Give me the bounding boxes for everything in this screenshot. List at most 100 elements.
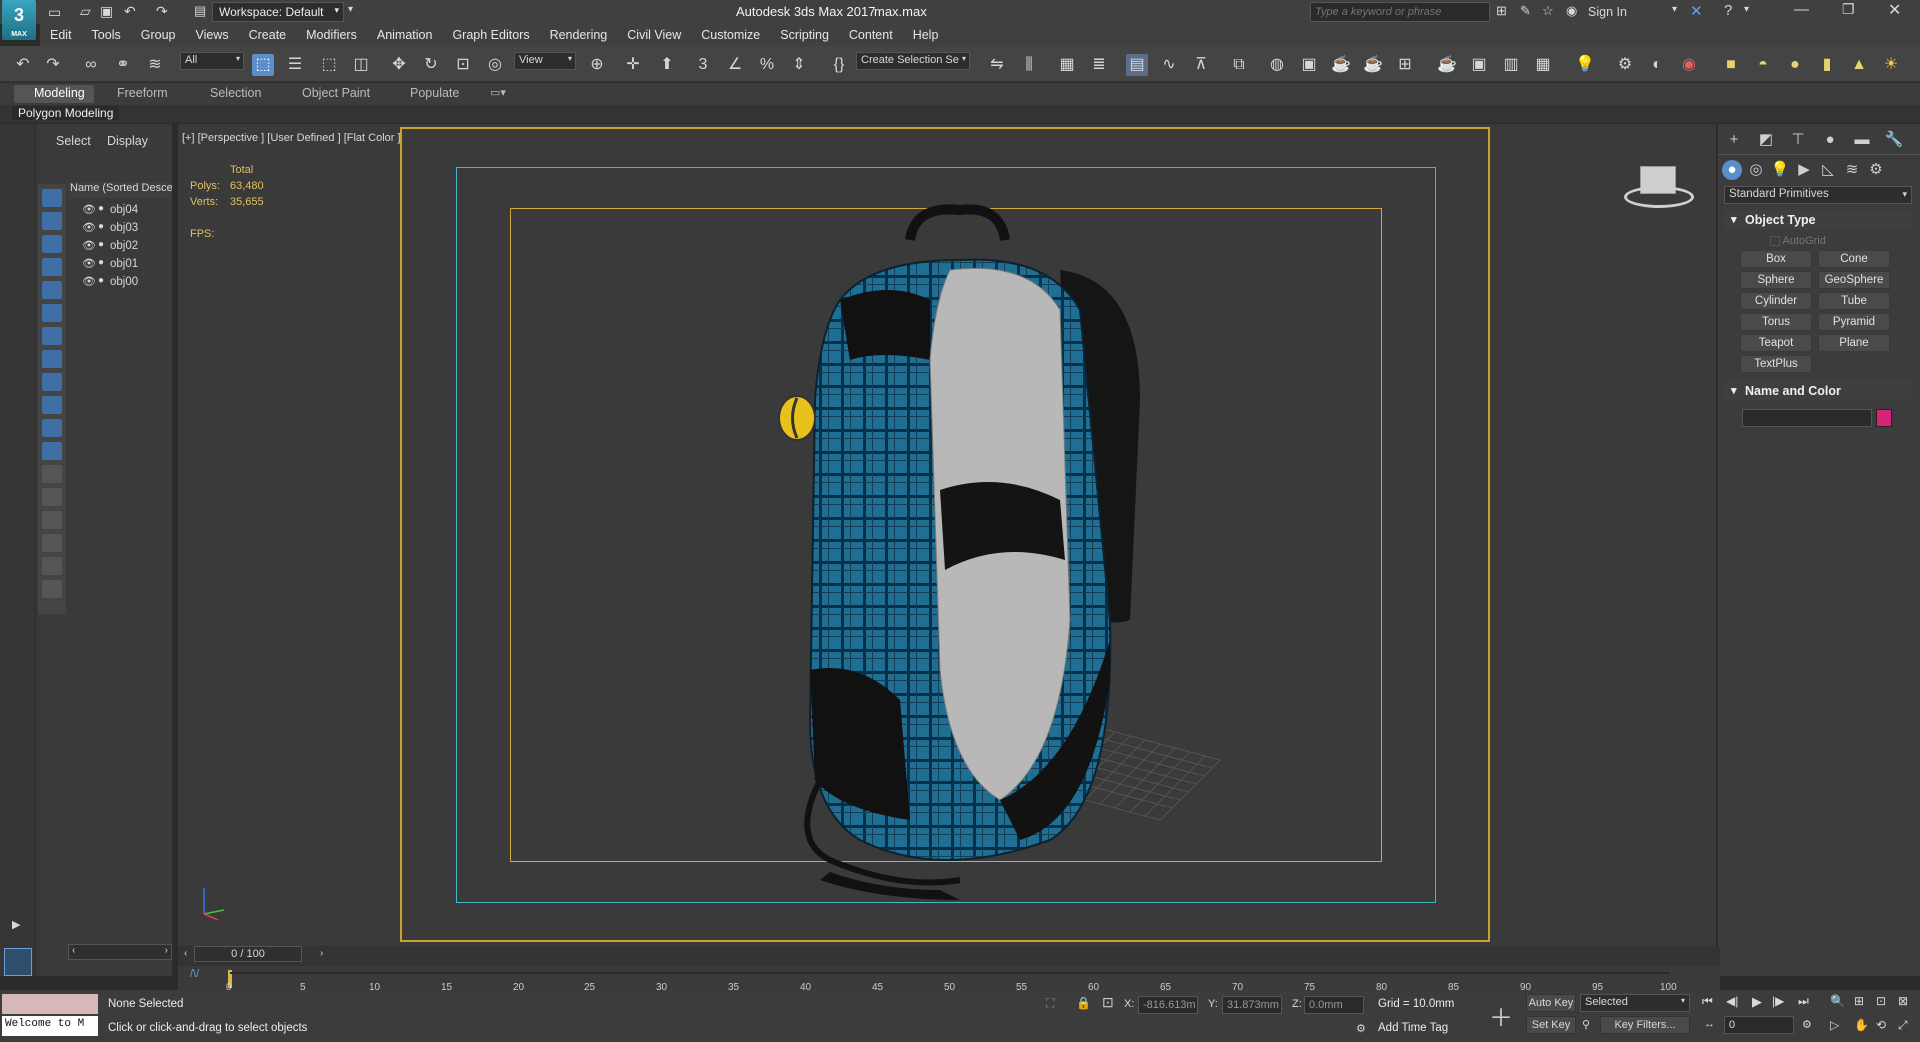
spinner-snap-icon[interactable]: ⇕ <box>788 54 810 76</box>
isolate-selection-icon[interactable]: ⛶ <box>1046 996 1054 1011</box>
scroll-left-icon[interactable]: ‹ <box>72 945 75 956</box>
zoom-extents-icon[interactable]: ⊡ <box>1876 994 1886 1008</box>
open-file-icon[interactable]: ▱ <box>80 3 91 20</box>
auto-key-button[interactable]: Auto Key <box>1526 994 1576 1012</box>
zoom-extents-all-icon[interactable]: ⊠ <box>1898 994 1908 1008</box>
render-toggle-icon[interactable]: ● <box>98 239 104 250</box>
play-icon[interactable]: ▶ <box>1752 994 1762 1010</box>
menu-edit[interactable]: Edit <box>40 24 82 46</box>
sphere-button[interactable]: Sphere <box>1740 271 1812 289</box>
spacewarps-category-icon[interactable]: ≋ <box>1842 160 1862 180</box>
render-iterative-icon[interactable]: ⊞ <box>1394 54 1416 76</box>
x-coordinate-field[interactable]: -816.613m <box>1138 996 1198 1014</box>
list-item[interactable]: 👁 ● obj00 <box>68 274 172 292</box>
shapes-filter-icon[interactable] <box>42 212 62 230</box>
eye-icon[interactable]: 👁 <box>82 239 96 252</box>
render-toggle-icon[interactable]: ● <box>98 275 104 286</box>
object-type-rollout[interactable]: Object Type <box>1725 210 1913 230</box>
render-frame-window-icon[interactable]: ▣ <box>1468 54 1490 76</box>
reference-coordinate-dropdown[interactable]: View ▾ <box>514 52 576 70</box>
add-key-icon[interactable]: ＋ <box>1486 998 1516 1032</box>
absolute-mode-icon[interactable]: ⊡ <box>1102 994 1114 1011</box>
eye-icon[interactable]: 👁 <box>82 203 96 216</box>
groups-filter-icon[interactable] <box>42 327 62 345</box>
viewport-label[interactable]: [+] [Perspective ] [User Defined ] [Flat… <box>182 132 401 144</box>
workspace-menu-icon[interactable]: ▾ <box>348 4 353 15</box>
cone-button[interactable]: Cone <box>1818 250 1890 268</box>
layer-explorer-icon[interactable]: ▦ <box>1056 54 1078 76</box>
systems-category-icon[interactable]: ⚙ <box>1866 160 1886 180</box>
list-item[interactable]: 👁 ● obj02 <box>68 238 172 256</box>
menu-rendering[interactable]: Rendering <box>540 24 618 46</box>
eye-icon[interactable]: 👁 <box>82 275 96 288</box>
eye-icon[interactable]: 👁 <box>82 221 96 234</box>
maxscript-listener-input[interactable]: Welcome to M <box>2 1016 98 1036</box>
render-setup-icon[interactable]: ▣ <box>1298 54 1320 76</box>
panel-icon[interactable]: ▥ <box>1500 54 1522 76</box>
unlink-icon[interactable]: ⚭ <box>112 54 134 76</box>
display-tab-icon[interactable]: ▬ <box>1852 130 1872 150</box>
hidden-filter-icon[interactable] <box>42 442 62 460</box>
key-filter-icon[interactable]: ⚲ <box>1582 1018 1590 1031</box>
viewcube-ring[interactable] <box>1624 186 1694 208</box>
undo-icon[interactable]: ↶ <box>124 3 136 20</box>
geosphere-button[interactable]: GeoSphere <box>1818 271 1890 289</box>
textplus-button[interactable]: TextPlus <box>1740 355 1812 373</box>
utilities-tab-icon[interactable]: 🔧 <box>1884 130 1904 150</box>
object-color-swatch[interactable] <box>1876 409 1892 427</box>
maximize-viewport-icon[interactable]: ⤢ <box>1898 1018 1908 1033</box>
list-item[interactable]: 👁 ● obj03 <box>68 220 172 238</box>
time-slider[interactable]: 0 / 100 <box>194 946 302 962</box>
time-configuration-icon[interactable]: ⚙ <box>1802 1018 1812 1031</box>
new-file-icon[interactable]: ▭ <box>48 4 61 21</box>
menu-animation[interactable]: Animation <box>367 24 443 46</box>
menu-group[interactable]: Group <box>131 24 186 46</box>
expand-arrow-icon[interactable]: ▶ <box>12 918 20 931</box>
subscription-icon[interactable]: ✎ <box>1520 3 1531 19</box>
cylinder-icon[interactable]: ▮ <box>1816 54 1838 76</box>
sign-in-link[interactable]: Sign In <box>1588 5 1627 19</box>
go-to-start-icon[interactable]: ⏮ <box>1702 994 1713 1009</box>
zoom-icon[interactable]: 🔍 <box>1830 994 1845 1008</box>
cylinder-button[interactable]: Cylinder <box>1740 292 1812 310</box>
menu-content[interactable]: Content <box>839 24 903 46</box>
menu-views[interactable]: Views <box>185 24 238 46</box>
field-of-view-icon[interactable]: ▷ <box>1830 1018 1839 1032</box>
menu-create[interactable]: Create <box>239 24 297 46</box>
window-crossing-icon[interactable]: ◫ <box>350 54 372 76</box>
key-filters-button[interactable]: Key Filters... <box>1600 1016 1690 1034</box>
primitive-type-dropdown[interactable]: Standard Primitives ▾ <box>1724 186 1912 204</box>
explorer-tab-select[interactable]: Select <box>56 134 91 148</box>
tab-populate[interactable]: Populate <box>410 86 459 100</box>
schematic-view-icon[interactable]: ⧉ <box>1228 54 1250 76</box>
mirror-icon[interactable]: ⇋ <box>986 54 1008 76</box>
sphere-icon[interactable]: ● <box>1784 54 1806 76</box>
scale-icon[interactable]: ⊡ <box>452 54 474 76</box>
teapot-icon[interactable]: ☕ <box>1436 54 1458 76</box>
selection-lock-icon[interactable]: 🔒 <box>1076 996 1091 1010</box>
placement-icon[interactable]: ◎ <box>484 54 506 76</box>
move-icon[interactable]: ✥ <box>388 54 410 76</box>
grid-panel-icon[interactable]: ▦ <box>1532 54 1554 76</box>
snaps-toggle-icon[interactable]: 3 <box>692 54 714 76</box>
tube-button[interactable]: Tube <box>1818 292 1890 310</box>
explorer-scrollbar[interactable]: ‹ › <box>68 944 172 960</box>
box-primitive-icon[interactable]: ■ <box>1720 54 1742 76</box>
key-mode-dropdown[interactable]: Selected ▾ <box>1580 994 1690 1012</box>
menu-civil-view[interactable]: Civil View <box>617 24 691 46</box>
layer-manager-icon[interactable]: ≣ <box>1088 54 1110 76</box>
save-icon[interactable]: ▣ <box>100 3 113 20</box>
light-lister-icon[interactable]: 💡 <box>1574 54 1596 76</box>
render-production-icon[interactable]: ☕ <box>1362 54 1384 76</box>
render-icon[interactable]: ◉ <box>1678 54 1700 76</box>
align-icon[interactable]: ⫼ <box>1018 54 1040 76</box>
scroll-right-icon[interactable]: › <box>165 945 168 956</box>
zoom-all-icon[interactable]: ⊞ <box>1854 994 1864 1008</box>
render-toggle-icon[interactable]: ● <box>98 203 104 214</box>
undo-icon[interactable]: ↶ <box>12 54 34 76</box>
pyramid-button[interactable]: Pyramid <box>1818 313 1890 331</box>
angle-snap-icon[interactable]: ∠ <box>724 54 746 76</box>
xrefs-filter-icon[interactable] <box>42 350 62 368</box>
eye-icon[interactable]: 👁 <box>82 257 96 270</box>
render-toggle-icon[interactable]: ● <box>98 257 104 268</box>
